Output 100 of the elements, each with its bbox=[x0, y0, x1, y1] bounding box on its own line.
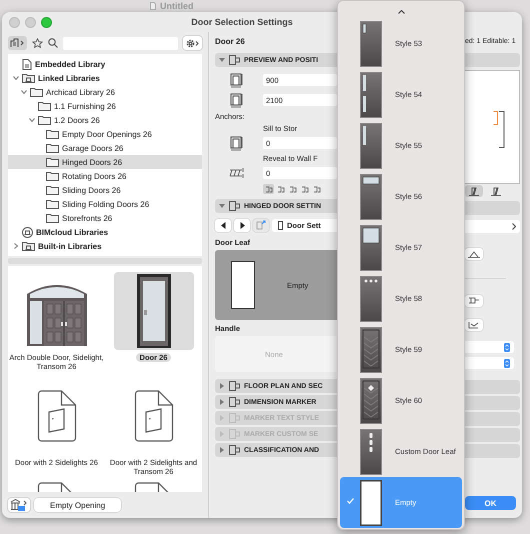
window-title: Door Selection Settings bbox=[191, 17, 294, 27]
anchor-option[interactable] bbox=[275, 184, 286, 194]
next-button[interactable] bbox=[234, 218, 250, 232]
reveal-icon bbox=[229, 167, 245, 179]
section-header-bar bbox=[465, 380, 520, 394]
tree-item[interactable]: BIMcloud Libraries bbox=[8, 225, 202, 239]
document-icon bbox=[22, 58, 32, 70]
tree-item[interactable]: Sliding Doors 26 bbox=[8, 183, 202, 197]
section-icon bbox=[229, 381, 240, 391]
view-icon bbox=[491, 186, 501, 196]
chevron-icon bbox=[512, 223, 516, 230]
dropdown-field[interactable] bbox=[465, 220, 520, 233]
door-leaf-thumbnail bbox=[360, 326, 382, 372]
anchor-icon bbox=[264, 186, 272, 192]
library-item[interactable] bbox=[114, 272, 194, 350]
folder-icon bbox=[46, 129, 59, 139]
library-folder-icon bbox=[22, 73, 35, 83]
folder-icon bbox=[46, 199, 59, 209]
door-leaf-thumbnail bbox=[360, 122, 382, 168]
anchor-option[interactable] bbox=[263, 184, 274, 194]
checkmark-icon bbox=[347, 498, 354, 504]
door-file-icon bbox=[134, 390, 174, 442]
anchor-option[interactable] bbox=[287, 184, 298, 194]
zoom-button[interactable] bbox=[41, 16, 52, 28]
tree-item[interactable]: Sliding Folding Doors 26 bbox=[8, 197, 202, 211]
stepper-icon[interactable] bbox=[504, 342, 510, 352]
anchor-icon bbox=[300, 186, 308, 192]
symbol-button[interactable] bbox=[465, 295, 483, 307]
star-icon[interactable] bbox=[32, 38, 43, 48]
door-leaf-thumbnail bbox=[360, 428, 382, 474]
stepper-field[interactable] bbox=[465, 357, 514, 369]
disclosure-icon[interactable] bbox=[20, 89, 26, 95]
door-leaf-thumbnail bbox=[360, 480, 382, 526]
anchor-option[interactable] bbox=[311, 184, 322, 194]
door-icon bbox=[278, 220, 283, 230]
disclosure-icon[interactable] bbox=[219, 447, 225, 453]
element-title: Door 26 bbox=[215, 36, 246, 48]
symbol-button[interactable] bbox=[465, 319, 483, 331]
tree-item[interactable]: Rotating Doors 26 bbox=[8, 169, 202, 183]
tree-item[interactable]: Archicad Library 26 bbox=[8, 85, 202, 99]
background-window-title: Untitled bbox=[160, 1, 194, 11]
tree-item[interactable]: Empty Door Openings 26 bbox=[8, 127, 202, 141]
section-icon bbox=[229, 445, 240, 455]
tree-item[interactable]: Hinged Doors 26 bbox=[8, 155, 202, 169]
tree-item[interactable]: 1.1 Furnishing 26 bbox=[8, 99, 202, 113]
width-icon bbox=[229, 72, 245, 88]
section-icon bbox=[229, 397, 240, 407]
anchor-icon bbox=[312, 186, 320, 192]
scroll-up-icon[interactable] bbox=[398, 10, 404, 14]
section-icon bbox=[229, 429, 240, 439]
folder-icon bbox=[38, 115, 51, 125]
cloud-library-icon bbox=[22, 226, 33, 238]
sill-icon bbox=[229, 136, 245, 150]
disclosure-icon[interactable] bbox=[219, 383, 225, 389]
tree-item[interactable]: 1.2 Doors 26 bbox=[8, 113, 202, 127]
disclosure-icon[interactable] bbox=[219, 57, 225, 63]
door-file-icon bbox=[36, 390, 76, 442]
library-icon bbox=[10, 38, 25, 48]
search-icon[interactable] bbox=[48, 38, 58, 48]
folder-icon bbox=[38, 101, 51, 111]
symbol-icon bbox=[468, 297, 480, 305]
anchor-icon bbox=[288, 186, 296, 192]
disclosure-icon[interactable] bbox=[219, 203, 225, 209]
section-icon bbox=[229, 201, 240, 211]
door-leaf-thumbnail bbox=[360, 276, 382, 322]
disclosure-icon[interactable] bbox=[219, 399, 225, 405]
tree-item[interactable]: Storefronts 26 bbox=[8, 211, 202, 225]
right-triangle-icon bbox=[240, 222, 244, 228]
stepper-field[interactable] bbox=[465, 341, 514, 353]
folder-icon bbox=[30, 87, 43, 97]
export-icon bbox=[256, 220, 266, 230]
section-header-bar bbox=[465, 201, 520, 215]
disclosure-icon[interactable] bbox=[12, 75, 18, 81]
folder-icon bbox=[46, 157, 59, 167]
symbol-icon bbox=[468, 250, 480, 258]
settings-button[interactable] bbox=[183, 36, 202, 50]
view-option[interactable] bbox=[465, 185, 483, 197]
preview-drawing bbox=[493, 111, 505, 151]
anchor-icon bbox=[276, 186, 284, 192]
symbol-icon bbox=[468, 321, 480, 329]
section-header-bar bbox=[465, 444, 520, 458]
disclosure-icon[interactable] bbox=[12, 243, 18, 249]
library-manager-icon bbox=[10, 498, 28, 512]
previous-button[interactable] bbox=[215, 218, 231, 232]
tree-item[interactable]: Linked Libraries bbox=[8, 71, 202, 85]
tree-item[interactable]: Garage Doors 26 bbox=[8, 141, 202, 155]
library-view-button[interactable] bbox=[8, 36, 27, 50]
gear-icon bbox=[185, 38, 200, 48]
disclosure-icon[interactable] bbox=[28, 117, 34, 123]
library-manager-button[interactable] bbox=[8, 498, 30, 512]
document-icon bbox=[150, 2, 156, 10]
folder-icon bbox=[46, 185, 59, 195]
stepper-icon[interactable] bbox=[504, 358, 510, 368]
left-triangle-icon bbox=[220, 222, 226, 228]
empty-opening-button[interactable]: Empty Opening bbox=[34, 498, 122, 512]
tree-item[interactable]: Embedded Library bbox=[8, 57, 202, 71]
anchor-option[interactable] bbox=[299, 184, 310, 194]
symbol-button[interactable] bbox=[465, 248, 483, 260]
section-icon bbox=[229, 413, 240, 423]
tree-item[interactable]: Built-in Libraries bbox=[8, 239, 202, 253]
